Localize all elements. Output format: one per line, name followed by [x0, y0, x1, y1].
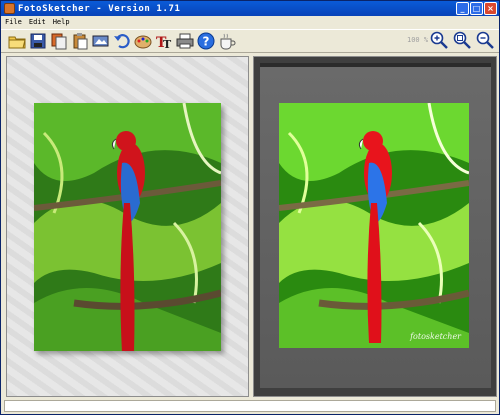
scan-icon[interactable]	[91, 31, 111, 51]
app-icon	[4, 3, 15, 14]
zoom-out-icon[interactable]	[476, 31, 494, 49]
menu-bar: File Edit Help	[1, 16, 499, 27]
menu-file[interactable]: File	[5, 18, 22, 26]
copy-original-icon[interactable]	[49, 31, 69, 51]
close-button[interactable]: ×	[484, 2, 497, 15]
status-bar	[4, 400, 496, 412]
maximize-button[interactable]: □	[470, 2, 483, 15]
result-image-pane[interactable]: fotosketcher	[253, 56, 497, 397]
undo-icon[interactable]	[112, 31, 132, 51]
printer-icon[interactable]	[175, 31, 195, 51]
title-bar[interactable]: FotoSketcher - Version 1.71 _ □ ×	[1, 1, 499, 16]
original-parrot-photo	[34, 103, 221, 351]
svg-text:T: T	[163, 38, 172, 50]
processed-parrot-photo: fotosketcher	[279, 103, 469, 348]
menu-help[interactable]: Help	[53, 18, 70, 26]
zoom-level: 100 %	[407, 36, 429, 44]
paste-icon[interactable]	[70, 31, 90, 51]
menu-edit[interactable]: Edit	[29, 18, 46, 26]
text-icon[interactable]: TT	[154, 31, 174, 51]
minimize-button[interactable]: _	[456, 2, 469, 15]
zoom-fit-icon[interactable]	[453, 31, 471, 49]
coffee-donate-icon[interactable]	[217, 31, 237, 51]
open-folder-icon[interactable]	[7, 31, 27, 51]
save-icon[interactable]	[28, 31, 48, 51]
original-image-pane[interactable]	[6, 56, 249, 397]
help-icon[interactable]: ?	[196, 31, 216, 51]
watermark-text: fotosketcher	[410, 332, 461, 341]
app-window: FotoSketcher - Version 1.71 _ □ × File E…	[0, 0, 500, 415]
window-title: FotoSketcher - Version 1.71	[18, 3, 181, 14]
paint-palette-icon[interactable]	[133, 31, 153, 51]
zoom-in-icon[interactable]	[430, 31, 448, 49]
svg-text:?: ?	[203, 35, 210, 49]
